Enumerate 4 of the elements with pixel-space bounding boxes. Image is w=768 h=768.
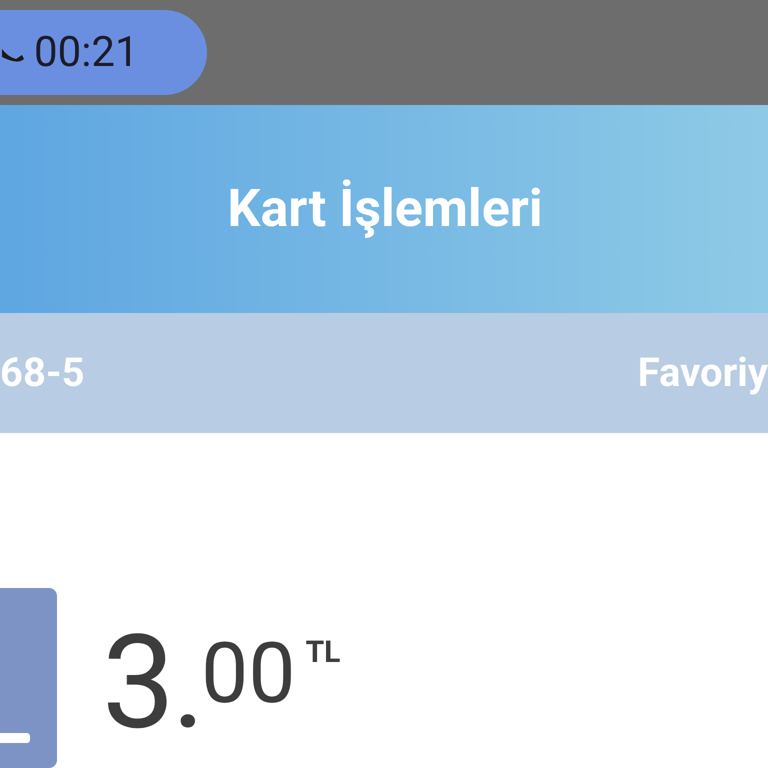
card-number: 68-5 [0, 352, 85, 393]
call-timer-pill[interactable]: 00:21 [0, 10, 207, 95]
call-timer: 00:21 [34, 32, 139, 74]
card-stripe [0, 733, 30, 743]
